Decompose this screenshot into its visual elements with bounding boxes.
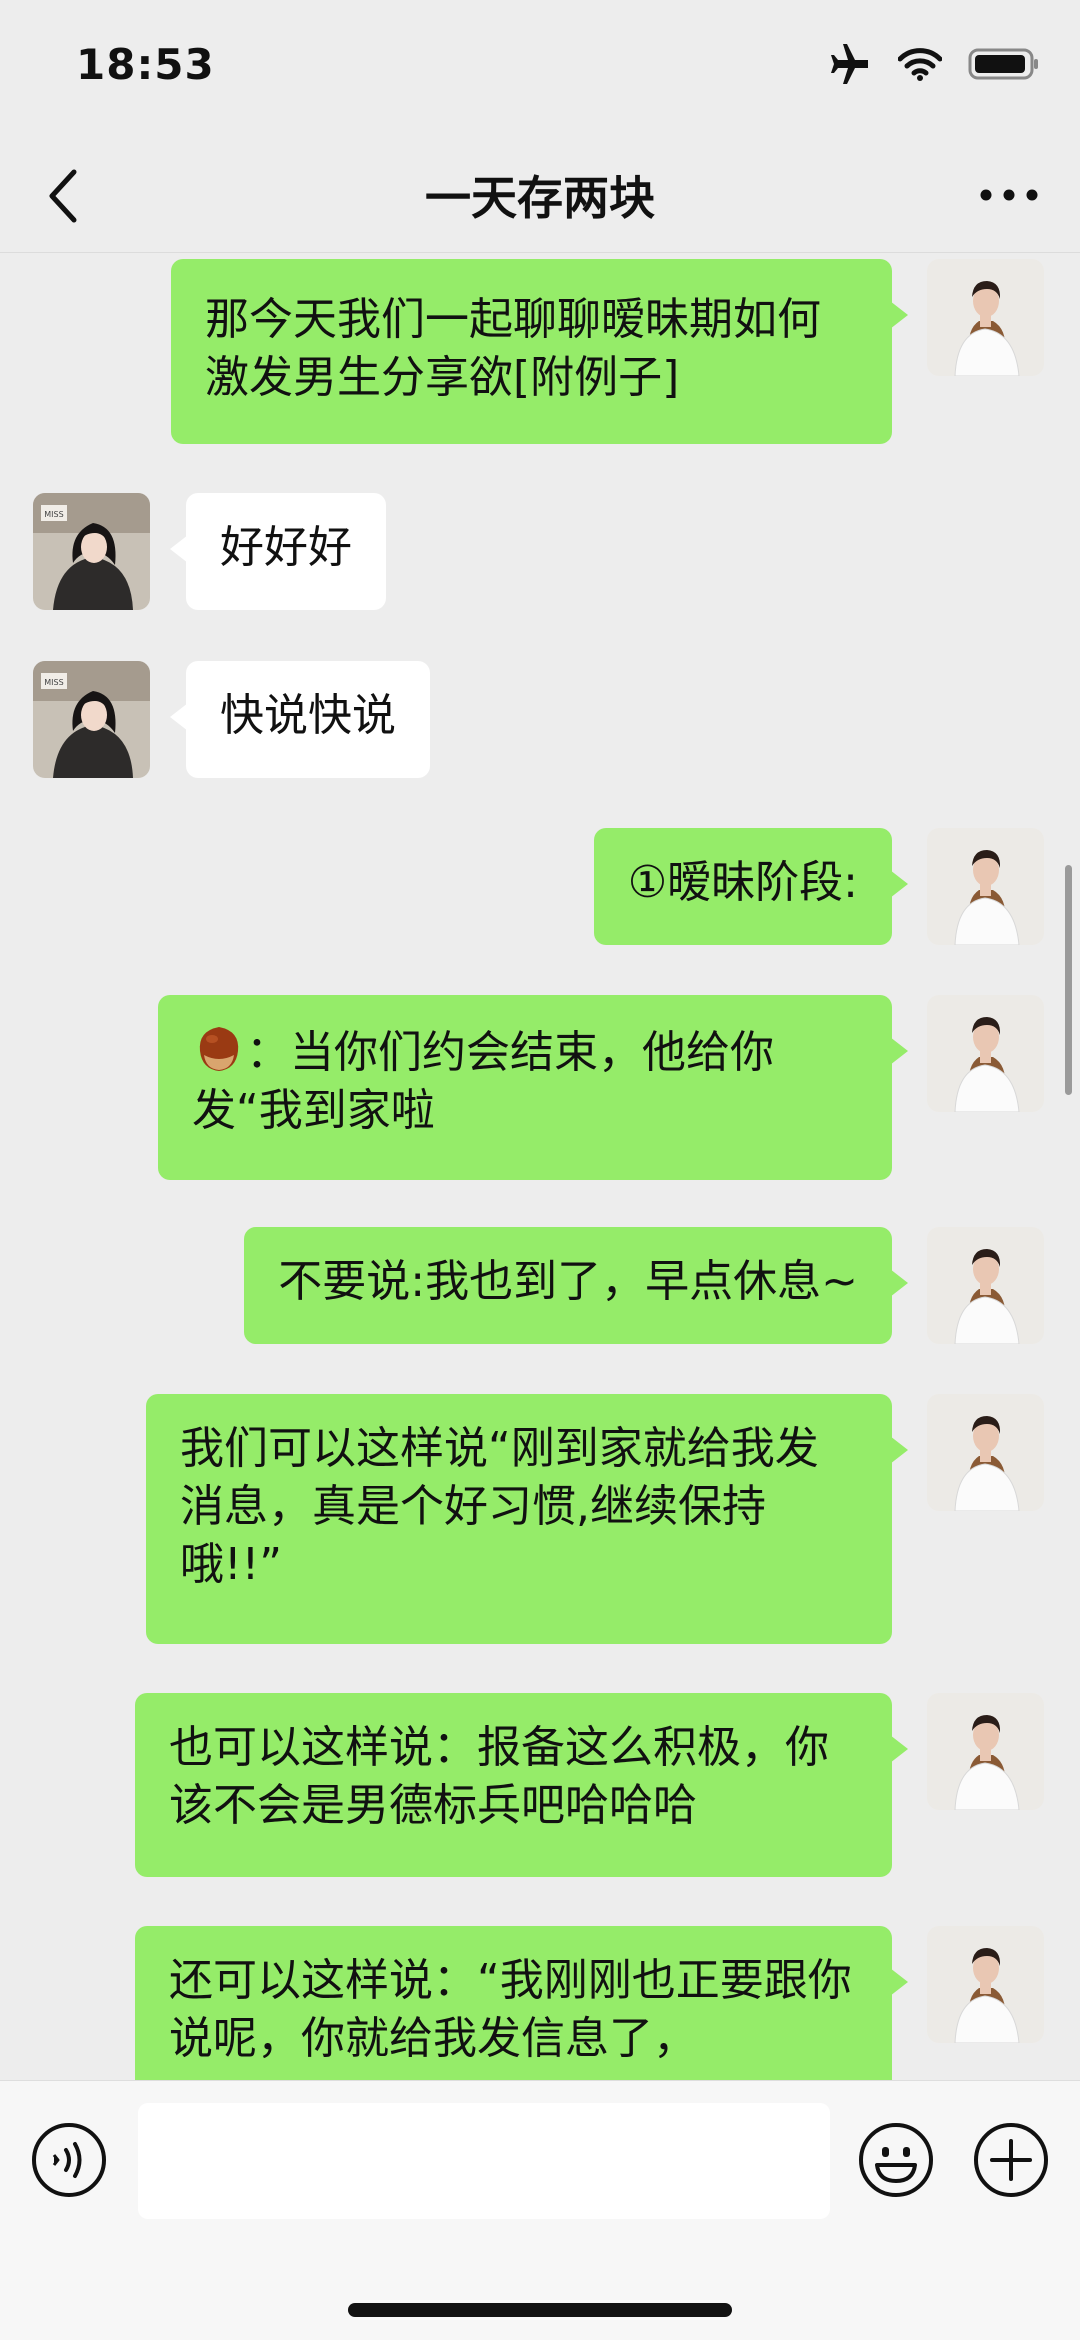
status-time: 18:53	[76, 40, 215, 89]
message-bubble[interactable]: ：当你们约会结束，他给你发“我到家啦	[158, 995, 908, 1180]
my-avatar[interactable]	[927, 1394, 1044, 1511]
chat-message-list[interactable]: MISS 那今天我们一起聊聊暧昧期如何激发男生分享欲[附例子] 好好好	[0, 253, 1080, 2080]
message-row: 我们可以这样说“刚到家就给我发消息，真是个好习惯,继续保持哦!!”	[0, 1394, 1080, 1654]
battery-icon	[968, 48, 1038, 80]
message-bubble[interactable]: 也可以这样说：报备这么积极，你该不会是男德标兵吧哈哈哈	[135, 1693, 908, 1877]
my-avatar[interactable]	[927, 1227, 1044, 1344]
status-bar: 18:53	[0, 0, 1080, 140]
message-row: 那今天我们一起聊聊暧昧期如何激发男生分享欲[附例子]	[0, 259, 1080, 459]
message-text: 我们可以这样说“刚到家就给我发消息，真是个好习惯,继续保持哦!!”	[180, 1423, 819, 1590]
message-row: 快说快说	[0, 661, 1080, 791]
message-row: ：当你们约会结束，他给你发“我到家啦	[0, 995, 1080, 1185]
message-bubble[interactable]: 不要说:我也到了，早点休息~	[244, 1227, 908, 1344]
my-avatar[interactable]	[927, 1693, 1044, 1810]
my-avatar[interactable]	[927, 995, 1044, 1112]
message-text: 还可以这样说：“我刚刚也正要跟你说呢，你就给我发信息了，	[169, 1955, 852, 2064]
voice-icon[interactable]	[30, 2121, 108, 2199]
message-bubble[interactable]: ①暧昧阶段:	[593, 828, 909, 945]
contact-avatar[interactable]	[33, 661, 150, 778]
message-row: 也可以这样说：报备这么积极，你该不会是男德标兵吧哈哈哈	[0, 1693, 1080, 1883]
nav-bar: 一天存两块	[0, 140, 1080, 253]
message-text: 不要说:我也到了，早点休息~	[278, 1256, 858, 1307]
wifi-icon	[898, 48, 942, 81]
chestnut-emoji-icon	[192, 1021, 246, 1075]
plus-icon[interactable]	[972, 2121, 1050, 2199]
message-bubble[interactable]: 那今天我们一起聊聊暧昧期如何激发男生分享欲[附例子]	[171, 259, 908, 444]
status-icons	[828, 44, 1040, 84]
message-row: 不要说:我也到了，早点休息~	[0, 1227, 1080, 1357]
chat-title: 一天存两块	[425, 171, 655, 225]
contact-avatar[interactable]	[33, 493, 150, 610]
message-text: 那今天我们一起聊聊暧昧期如何激发男生分享欲[附例子]	[205, 294, 821, 403]
message-row: ①暧昧阶段:	[0, 828, 1080, 958]
message-bubble[interactable]: 我们可以这样说“刚到家就给我发消息，真是个好习惯,继续保持哦!!”	[146, 1394, 908, 1644]
message-row: 好好好	[0, 493, 1080, 623]
more-dots-icon[interactable]	[974, 170, 1044, 220]
my-avatar[interactable]	[927, 828, 1044, 945]
message-text: ：当你们约会结束，他给你发“我到家啦	[192, 1027, 774, 1136]
scrollbar[interactable]	[1065, 865, 1072, 1095]
input-bar	[0, 2080, 1080, 2340]
my-avatar[interactable]	[927, 1926, 1044, 2043]
emoji-icon[interactable]	[857, 2121, 935, 2199]
message-text: ①暧昧阶段:	[627, 857, 858, 908]
message-input[interactable]	[138, 2103, 830, 2219]
message-text: 好好好	[220, 522, 352, 573]
message-text: 也可以这样说：报备这么积极，你该不会是男德标兵吧哈哈哈	[169, 1722, 829, 1831]
message-bubble[interactable]: 好好好	[170, 493, 386, 610]
message-row: 还可以这样说：“我刚刚也正要跟你说呢，你就给我发信息了，	[0, 1926, 1080, 2080]
message-bubble[interactable]: 快说快说	[170, 661, 430, 778]
message-bubble[interactable]: 还可以这样说：“我刚刚也正要跟你说呢，你就给我发信息了，	[135, 1926, 908, 2080]
message-text: 快说快说	[220, 690, 396, 741]
my-avatar[interactable]	[927, 259, 1044, 376]
home-indicator[interactable]	[348, 2303, 732, 2317]
airplane-icon	[831, 44, 868, 84]
